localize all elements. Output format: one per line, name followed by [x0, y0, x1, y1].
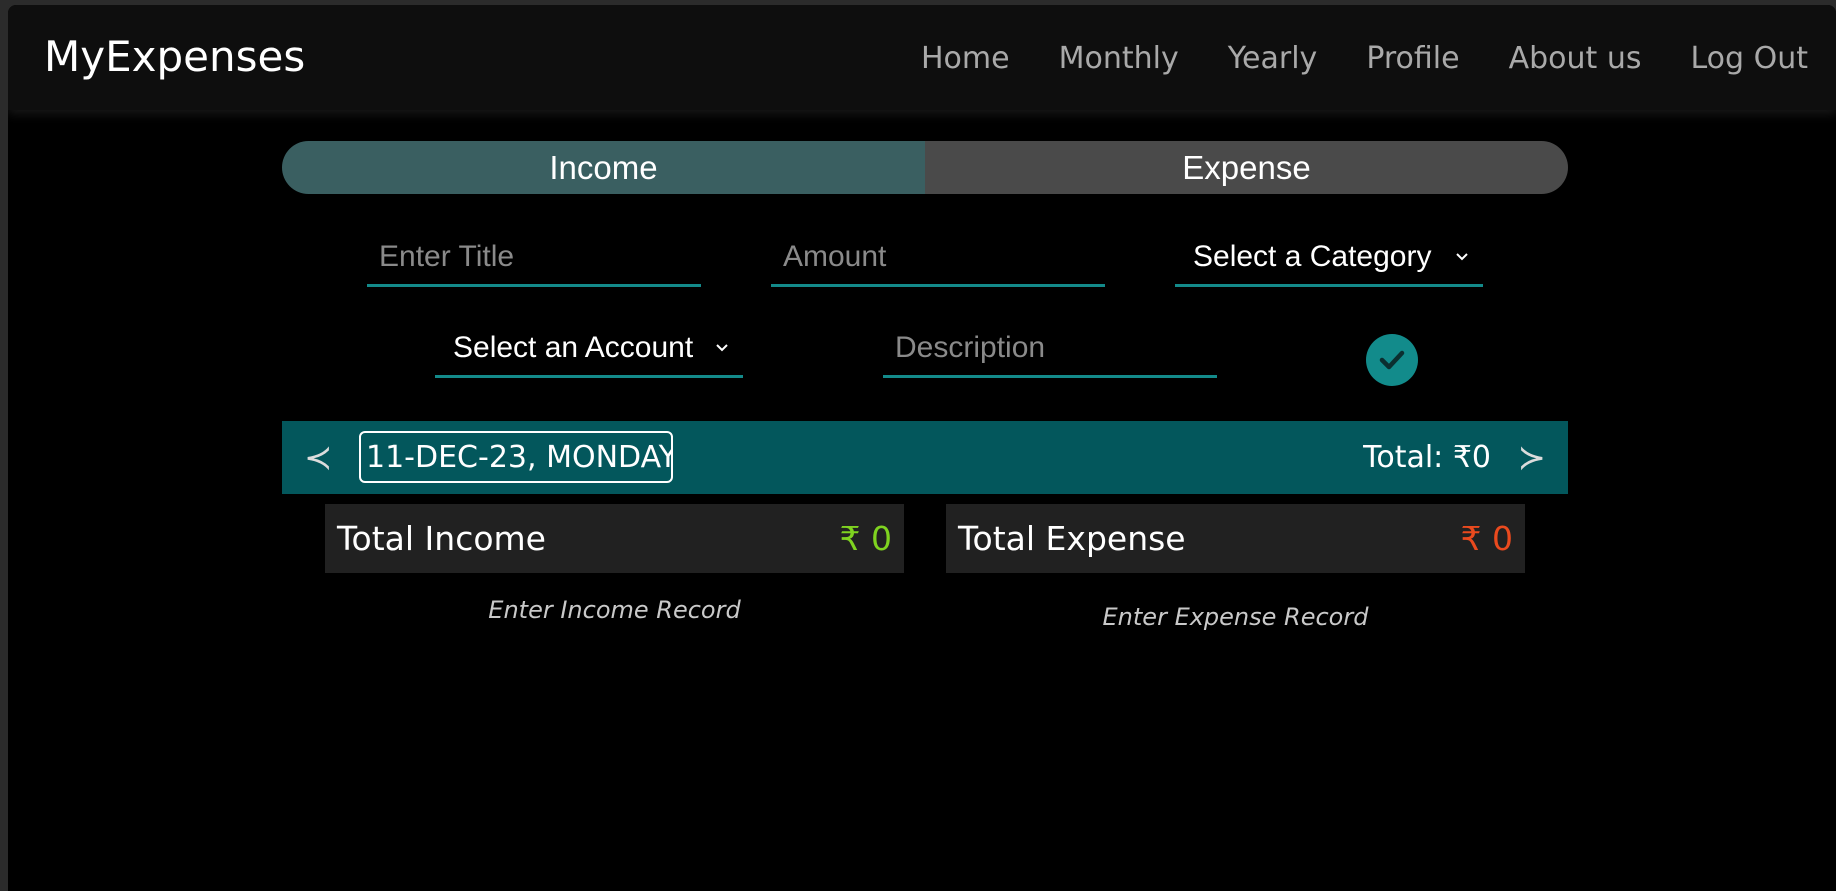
check-icon — [1379, 350, 1405, 370]
total-expense-value: ₹ 0 — [1460, 519, 1513, 558]
total-expense-card: Total Expense ₹ 0 — [946, 504, 1525, 573]
total-income-card: Total Income ₹ 0 — [325, 504, 904, 573]
nav-home[interactable]: Home — [921, 39, 1010, 79]
income-empty-hint: Enter Income Record — [488, 596, 741, 624]
submit-button[interactable] — [1366, 334, 1418, 386]
app-window: MyExpenses Home Monthly Yearly Profile A… — [8, 5, 1836, 891]
brand-logo[interactable]: MyExpenses — [44, 31, 305, 83]
category-select[interactable]: Select a Category — [1175, 230, 1483, 287]
category-select-label: Select a Category — [1193, 240, 1432, 273]
chevron-down-icon — [1447, 230, 1469, 284]
description-input[interactable] — [883, 321, 1217, 375]
income-expense-toggle: Income Expense — [282, 141, 1568, 194]
nav-profile[interactable]: Profile — [1366, 39, 1459, 79]
day-total: Total: ₹0 — [1363, 440, 1491, 475]
title-field — [367, 230, 701, 287]
navbar: MyExpenses Home Monthly Yearly Profile A… — [8, 5, 1836, 110]
total-income-value: ₹ 0 — [839, 519, 892, 558]
total-income-label: Total Income — [337, 519, 546, 558]
account-select[interactable]: Select an Account — [435, 321, 743, 378]
chevron-down-icon — [707, 321, 729, 375]
expense-empty-hint: Enter Expense Record — [1102, 603, 1369, 631]
nav-monthly[interactable]: Monthly — [1059, 39, 1179, 79]
nav-links: Home Monthly Yearly Profile About us Log… — [921, 39, 1808, 79]
prev-date-button[interactable]: ≺ — [304, 421, 333, 494]
date-bar: ≺ 11-DEC-23, MONDAY Total: ₹0 ≻ — [282, 421, 1568, 494]
amount-field — [771, 230, 1105, 287]
description-field — [883, 321, 1217, 378]
nav-yearly[interactable]: Yearly — [1228, 39, 1318, 79]
amount-input[interactable] — [771, 230, 1105, 284]
nav-log-out[interactable]: Log Out — [1690, 39, 1808, 79]
title-input[interactable] — [367, 230, 701, 284]
income-tab[interactable]: Income — [282, 141, 925, 194]
total-expense-label: Total Expense — [958, 519, 1186, 558]
date-picker[interactable]: 11-DEC-23, MONDAY — [359, 431, 673, 483]
account-select-label: Select an Account — [453, 331, 694, 364]
next-date-button[interactable]: ≻ — [1518, 421, 1547, 494]
nav-about-us[interactable]: About us — [1509, 39, 1642, 79]
expense-tab[interactable]: Expense — [925, 141, 1568, 194]
